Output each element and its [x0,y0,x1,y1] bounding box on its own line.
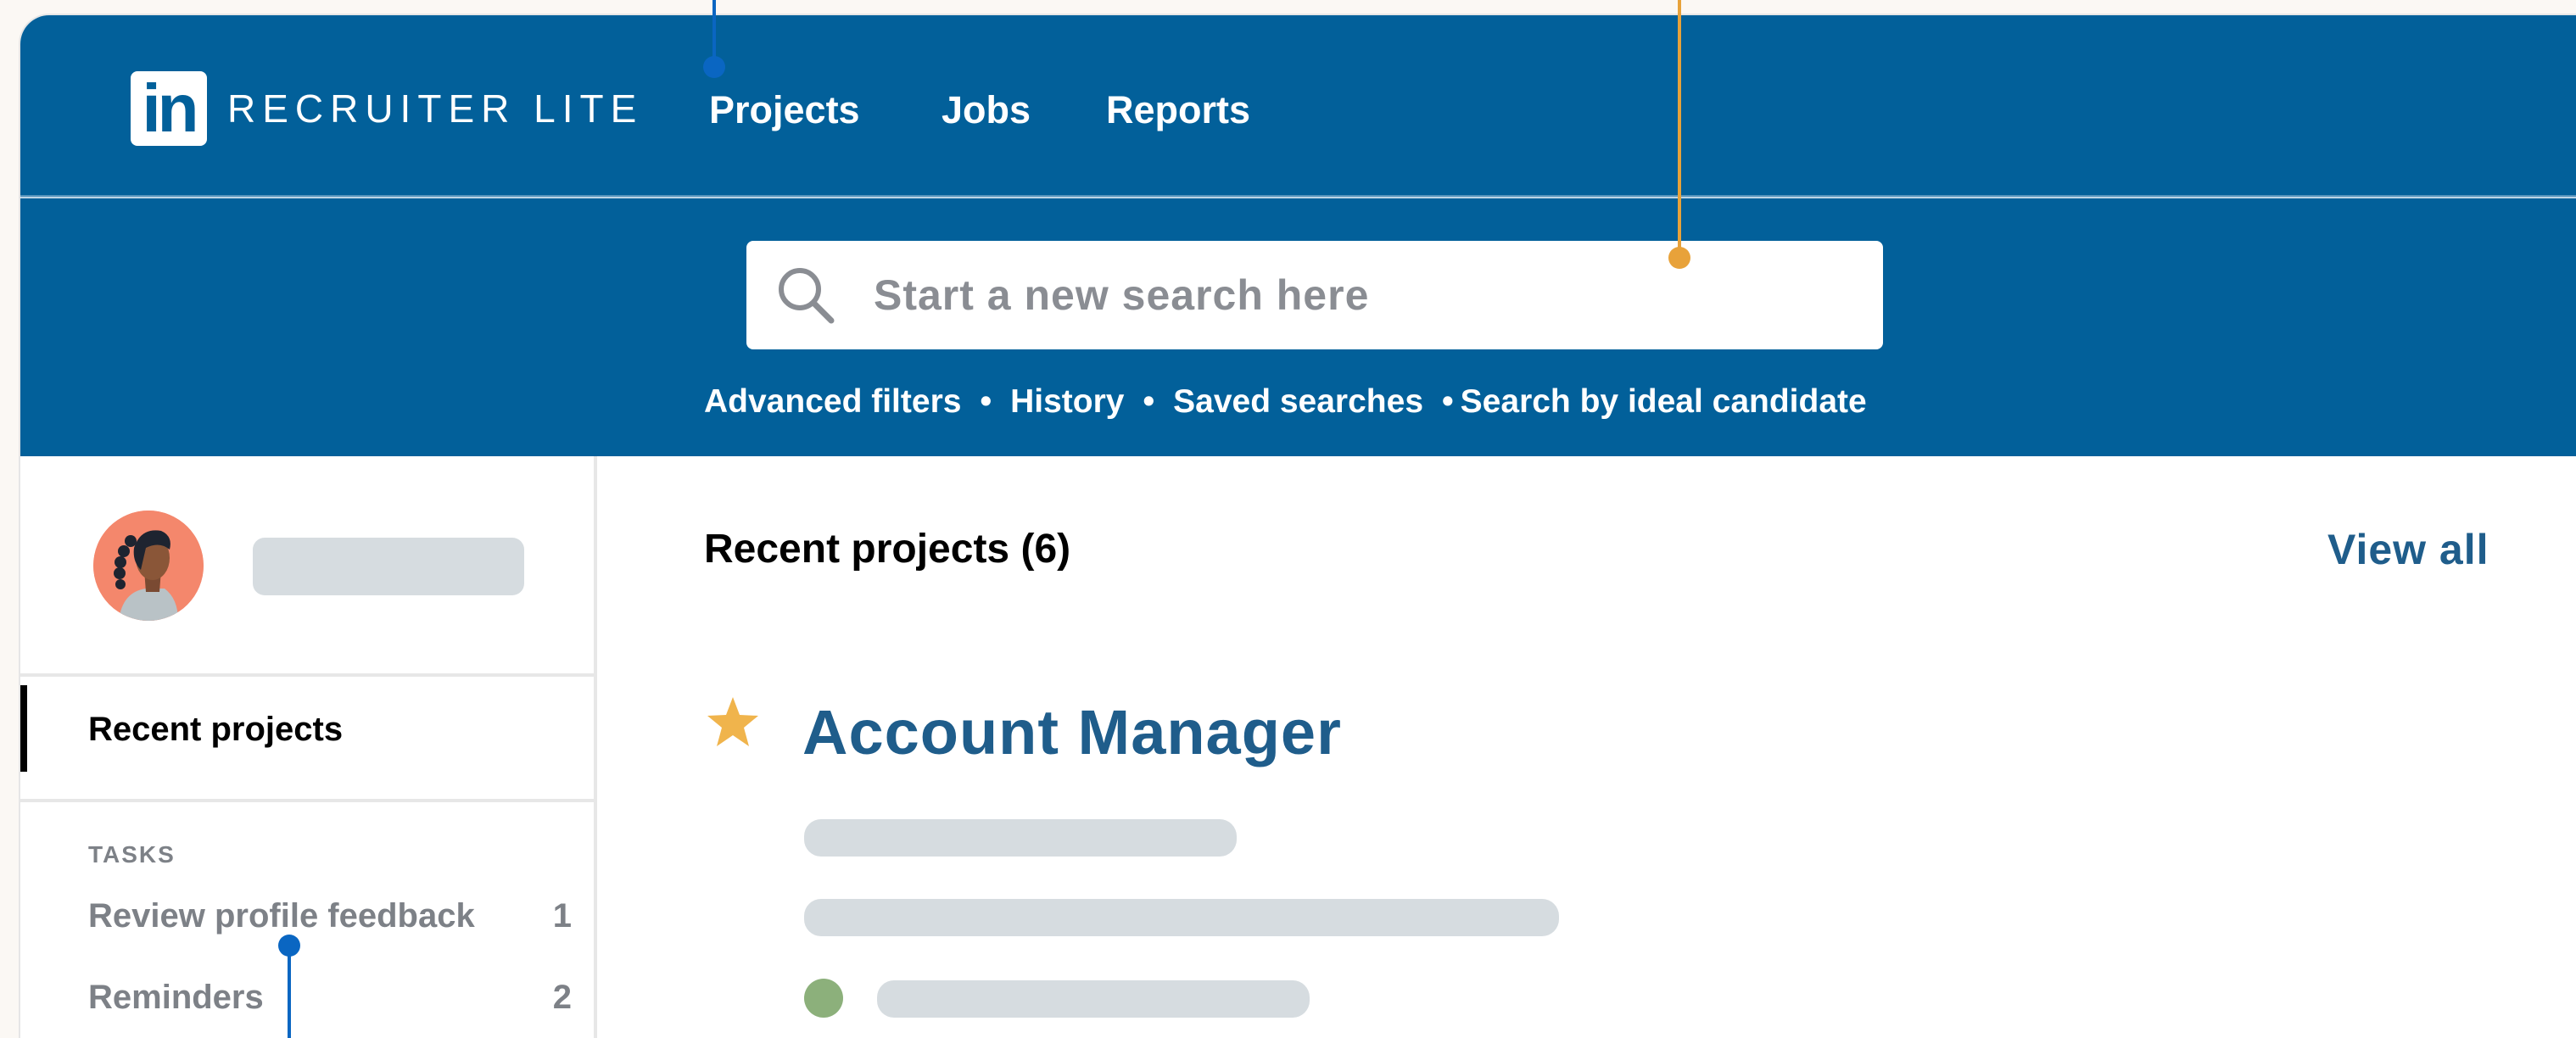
link-separator: • [1143,383,1155,420]
status-indicator [804,979,843,1018]
history-link[interactable]: History [1010,383,1124,420]
avatar[interactable] [93,511,204,621]
task-reminders[interactable]: Reminders 2 [88,975,572,1019]
sidebar-item-label: Recent projects [88,711,344,748]
divider [20,799,594,802]
star-icon[interactable] [704,694,762,751]
search-links: Advanced filters • History • Saved searches •… [704,380,1867,424]
project-detail-placeholder [804,819,1237,857]
search-band: Start a new search here Advanced filters… [20,198,2576,456]
callout-dot-projects [703,56,725,78]
advanced-filters-link[interactable]: Advanced filters [704,383,961,420]
project-status-placeholder [877,980,1310,1018]
task-label: Review profile feedback [88,897,475,935]
link-separator: • [980,383,992,420]
nav-item-reports[interactable]: Reports [1106,85,1250,136]
profile-name-placeholder [253,538,524,595]
task-label: Reminders [88,979,264,1016]
avatar-illustration [93,511,204,621]
callout-line-search [1678,0,1681,258]
top-navigation-bar: in RECRUITER LITE Projects Jobs Reports [20,15,2576,198]
callout-line-tasks [288,946,291,1038]
search-by-ideal-candidate-link[interactable]: Search by ideal candidate [1461,383,1867,420]
sidebar: Recent projects TASKS Review profile fee… [20,456,597,1038]
search-placeholder: Start a new search here [874,271,1370,319]
project-title[interactable]: Account Manager [802,694,1342,772]
task-count: 1 [552,897,572,935]
search-icon [779,268,835,324]
nav-item-projects[interactable]: Projects [709,85,860,136]
task-count: 2 [552,979,572,1016]
link-separator: • [1442,383,1454,420]
callout-dot-search [1668,247,1690,269]
view-all-link[interactable]: View all [2327,522,2489,577]
active-indicator [20,685,27,772]
project-detail-placeholder [804,899,1559,936]
app-window: in RECRUITER LITE Projects Jobs Reports … [20,15,2576,1038]
saved-searches-link[interactable]: Saved searches [1173,383,1423,420]
sidebar-item-recent-projects[interactable]: Recent projects [20,677,594,799]
tasks-heading: TASKS [88,841,176,868]
callout-dot-tasks [278,935,300,957]
linkedin-logo[interactable]: in [131,71,207,146]
nav-item-jobs[interactable]: Jobs [942,85,1031,136]
recent-projects-title: Recent projects (6) [704,527,1071,572]
task-review-profile-feedback[interactable]: Review profile feedback 1 [88,894,572,938]
search-input[interactable]: Start a new search here [746,241,1883,349]
brand-name: RECRUITER LITE [227,86,644,131]
